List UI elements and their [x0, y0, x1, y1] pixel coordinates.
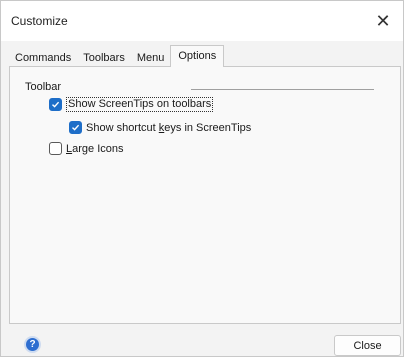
show-screentips-label: Show ScreenTips on toolbars	[66, 97, 214, 112]
large-icons-label: Large Icons	[66, 142, 124, 155]
show-screentips-checkbox[interactable]: Show ScreenTips on toolbars	[49, 97, 214, 112]
toolbar-group-label: Toolbar	[25, 81, 62, 93]
tab-toolbars[interactable]: Toolbars	[77, 48, 131, 67]
show-shortcut-keys-label: Show shortcut keys in ScreenTips	[86, 121, 252, 134]
show-shortcut-keys-checkbox[interactable]: Show shortcut keys in ScreenTips	[69, 121, 251, 134]
tab-commands[interactable]: Commands	[9, 48, 77, 67]
title-bar: Customize ✕	[1, 1, 403, 41]
checkbox-checked-icon[interactable]	[49, 98, 62, 111]
dialog-title: Customize	[11, 14, 68, 28]
close-icon[interactable]: ✕	[363, 1, 403, 41]
help-icon[interactable]: ?	[24, 336, 41, 353]
tab-options[interactable]: Options	[170, 45, 225, 67]
group-divider	[191, 89, 374, 90]
customize-dialog: Customize ✕ Commands Toolbars Menu Optio…	[0, 0, 404, 357]
close-button[interactable]: Close	[334, 335, 401, 356]
tab-menu[interactable]: Menu	[131, 48, 171, 67]
tab-strip: Commands Toolbars Menu Options	[9, 45, 225, 67]
large-icons-checkbox[interactable]: Large Icons	[49, 142, 124, 155]
checkbox-checked-icon[interactable]	[69, 121, 82, 134]
checkbox-unchecked-icon[interactable]	[49, 142, 62, 155]
